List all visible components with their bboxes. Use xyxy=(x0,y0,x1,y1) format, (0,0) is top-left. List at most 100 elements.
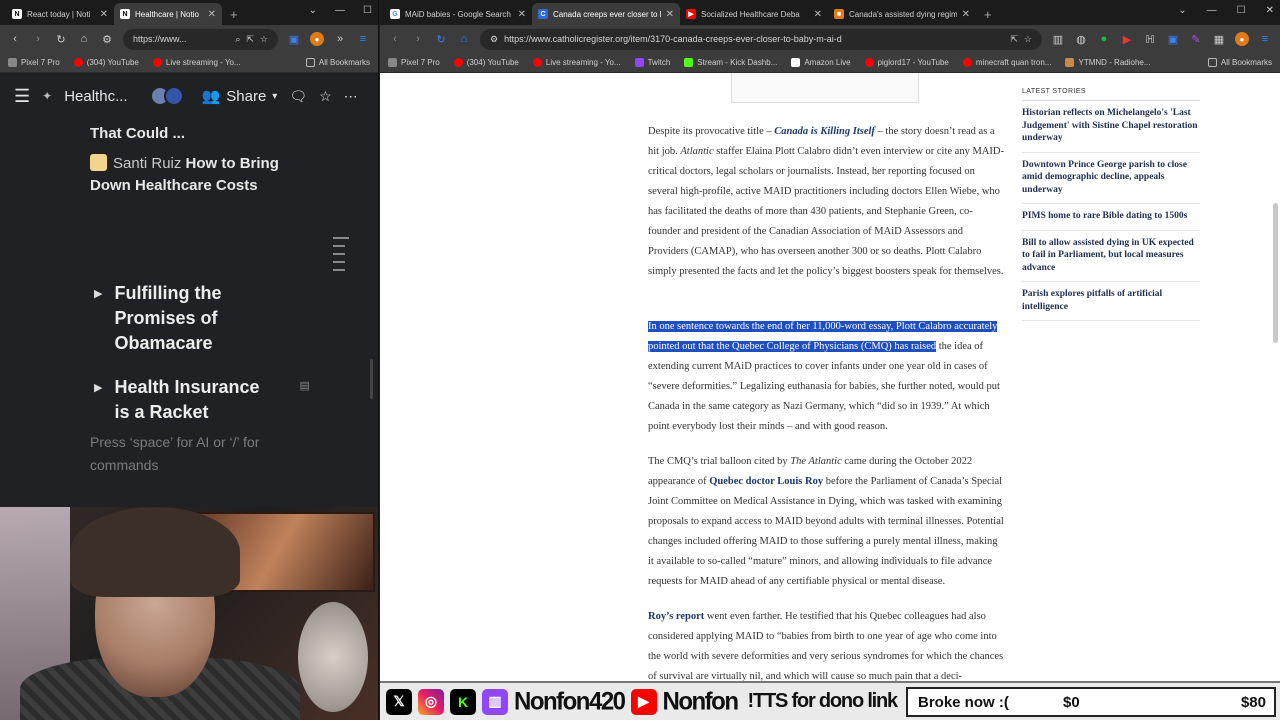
toggle-fulfilling-promises[interactable]: ▶ Fulfilling the Promises of Obamacare xyxy=(94,281,279,356)
scrollbar[interactable] xyxy=(370,359,373,399)
tab-maid-babies-search[interactable]: G MAiD babies - Google Search ✕ xyxy=(384,3,532,25)
bookmark-ytmnd[interactable]: YTMND - Radiohe... xyxy=(1065,58,1151,67)
tab-canada-creeps[interactable]: C Canada creeps ever closer to ba ✕ xyxy=(532,3,680,25)
bookmark-amazon-live[interactable]: Amazon Live xyxy=(791,58,851,67)
share-button[interactable]: 👥 Share ▾ xyxy=(202,87,278,106)
list-item[interactable]: Santi Ruiz How to Bring xyxy=(90,153,279,175)
bookmark-minecraft[interactable]: minecraft quan tron... xyxy=(962,58,1051,67)
text: The CMQ’s trial balloon cited by xyxy=(648,456,791,467)
close-window-icon[interactable]: ✕ xyxy=(1266,5,1274,16)
back-icon[interactable]: ‹ xyxy=(8,32,22,46)
comments-icon[interactable]: 🗨 xyxy=(289,88,307,105)
forward-icon[interactable]: › xyxy=(411,32,425,46)
extension-icon[interactable]: ◍ xyxy=(1074,32,1088,46)
empty-block-placeholder[interactable]: Press ‘space’ for AI or ‘/’ for commands xyxy=(90,431,290,477)
tab-search-icon[interactable]: ⌄ xyxy=(1178,5,1186,16)
sidebar-menu-icon[interactable]: ☰ xyxy=(14,86,30,107)
new-tab-button[interactable]: + xyxy=(222,7,246,25)
bookmark-live-streaming[interactable]: Live streaming - Yo... xyxy=(532,58,621,67)
maximize-icon[interactable]: ☐ xyxy=(1237,5,1246,16)
tab-socialized-healthcare[interactable]: ▶ Socialized Healthcare Deba ✕ xyxy=(680,3,828,25)
bookmark-all[interactable]: All Bookmarks xyxy=(305,58,370,67)
forward-icon[interactable]: › xyxy=(31,32,45,46)
outline-minimap[interactable] xyxy=(333,237,349,277)
collaborator-avatars[interactable] xyxy=(149,86,184,106)
more-icon[interactable]: ⋯ xyxy=(344,88,358,105)
toggle-title-line: is a Racket xyxy=(114,402,209,422)
menu-icon[interactable]: ≡ xyxy=(356,32,370,46)
reload-icon[interactable]: ↻ xyxy=(434,32,448,46)
address-bar[interactable]: https://www... ⌕ ⇱ ☆ xyxy=(123,28,278,50)
extension-icon[interactable]: ▣ xyxy=(287,32,301,46)
toggle-triangle-icon[interactable]: ▶ xyxy=(94,381,102,425)
toggle-triangle-icon[interactable]: ▶ xyxy=(94,287,102,356)
profile-avatar-icon[interactable]: ● xyxy=(1235,32,1249,46)
minimize-icon[interactable]: — xyxy=(335,5,345,16)
latest-story-link[interactable]: Historian reflects on Michelangelo's 'La… xyxy=(1022,101,1200,153)
bookmark-live-streaming[interactable]: Live streaming - Yo... xyxy=(152,58,241,67)
latest-story-link[interactable]: PIMS home to rare Bible dating to 1500s xyxy=(1022,204,1200,231)
bookmark-twitch[interactable]: Twitch xyxy=(634,58,670,67)
favorite-star-icon[interactable]: ☆ xyxy=(319,88,332,105)
close-icon[interactable]: ✕ xyxy=(962,9,970,20)
close-icon[interactable]: ✕ xyxy=(208,9,216,20)
latest-story-link[interactable]: Parish explores pitfalls of artificial i… xyxy=(1022,282,1200,321)
extension-icon[interactable]: ▶ xyxy=(1120,32,1134,46)
ad-placeholder xyxy=(731,73,919,103)
toggle-health-insurance[interactable]: ▶ Health Insurance is a Racket ▤ xyxy=(94,375,310,425)
comment-icon[interactable]: ▤ xyxy=(299,379,309,425)
minimize-icon[interactable]: — xyxy=(1207,5,1217,16)
address-bar[interactable]: ⚙ https://www.catholicregister.org/item/… xyxy=(480,28,1042,50)
extension-icon[interactable]: ℍ xyxy=(1143,32,1157,46)
tab-healthcare[interactable]: N Healthcare | Notio ✕ xyxy=(114,3,222,25)
menu-icon[interactable]: ≡ xyxy=(1258,32,1272,46)
site-info-icon[interactable]: ⚙ xyxy=(490,34,498,45)
latest-story-link[interactable]: Bill to allow assisted dying in UK expec… xyxy=(1022,231,1200,282)
page-scrollbar[interactable] xyxy=(1273,203,1278,343)
bookmark-youtube[interactable]: (304) YouTube xyxy=(453,58,519,67)
bookmark-star-icon[interactable]: ☆ xyxy=(260,34,268,45)
close-icon[interactable]: ✕ xyxy=(518,9,526,20)
toggle-title-line: Health Insurance xyxy=(114,377,260,397)
text-emphasis: Atlantic xyxy=(680,146,714,157)
new-tab-button[interactable]: + xyxy=(976,7,1000,25)
bookmark-all[interactable]: All Bookmarks xyxy=(1207,58,1272,67)
share-page-icon[interactable]: ⇱ xyxy=(246,34,254,45)
share-page-icon[interactable]: ⇱ xyxy=(1010,34,1018,45)
item-title-cont[interactable]: Down Healthcare Costs xyxy=(90,175,258,197)
close-icon[interactable]: ✕ xyxy=(666,9,674,20)
home-icon[interactable]: ⌂ xyxy=(77,32,91,46)
tab-react-today[interactable]: N React today | Noti ✕ xyxy=(6,3,114,25)
maximize-icon[interactable]: ☐ xyxy=(363,5,372,16)
roys-report-link[interactable]: Roy’s report xyxy=(648,611,704,622)
extension-icon[interactable]: ▦ xyxy=(1212,32,1226,46)
close-icon[interactable]: ✕ xyxy=(100,9,108,20)
tab-assisted-dying[interactable]: ■ Canada's assisted dying regime ✕ xyxy=(828,3,976,25)
reload-icon[interactable]: ↻ xyxy=(54,32,68,46)
tab-search-icon[interactable]: ⌄ xyxy=(309,5,317,16)
latest-story-link[interactable]: Downtown Prince George parish to close a… xyxy=(1022,153,1200,204)
profile-avatar-icon[interactable]: ● xyxy=(310,32,324,46)
extension-icon[interactable]: ● xyxy=(1097,32,1111,46)
bookmark-piglord[interactable]: piglord17 - YouTube xyxy=(864,58,949,67)
extension-icon[interactable]: ✎ xyxy=(1189,32,1203,46)
page-title[interactable]: Healthc... xyxy=(64,88,127,105)
bookmark-youtube[interactable]: (304) YouTube xyxy=(73,58,139,67)
social-handle: Nonfon420 xyxy=(514,686,626,716)
more-extensions-icon[interactable]: » xyxy=(333,32,347,46)
louis-roy-link[interactable]: Quebec doctor Louis Roy xyxy=(709,476,823,487)
bookmark-pixel[interactable]: Pixel 7 Pro xyxy=(388,58,440,67)
extension-icon[interactable]: ▣ xyxy=(1166,32,1180,46)
bookmark-star-icon[interactable]: ☆ xyxy=(1024,34,1032,45)
site-info-icon[interactable]: ⚙ xyxy=(100,32,114,46)
canada-killing-itself-link[interactable]: Canada is Killing Itself xyxy=(774,126,875,137)
back-icon[interactable]: ‹ xyxy=(388,32,402,46)
bookmark-pixel[interactable]: Pixel 7 Pro xyxy=(8,58,60,67)
home-icon[interactable]: ⌂ xyxy=(457,32,471,46)
bookmark-kick[interactable]: Stream - Kick Dashb... xyxy=(684,58,777,67)
extension-icon[interactable]: ▥ xyxy=(1051,32,1065,46)
close-icon[interactable]: ✕ xyxy=(814,9,822,20)
news-site-icon: ■ xyxy=(834,9,844,19)
search-icon[interactable]: ⌕ xyxy=(235,34,240,45)
partial-item-title[interactable]: That Could ... xyxy=(90,123,185,145)
